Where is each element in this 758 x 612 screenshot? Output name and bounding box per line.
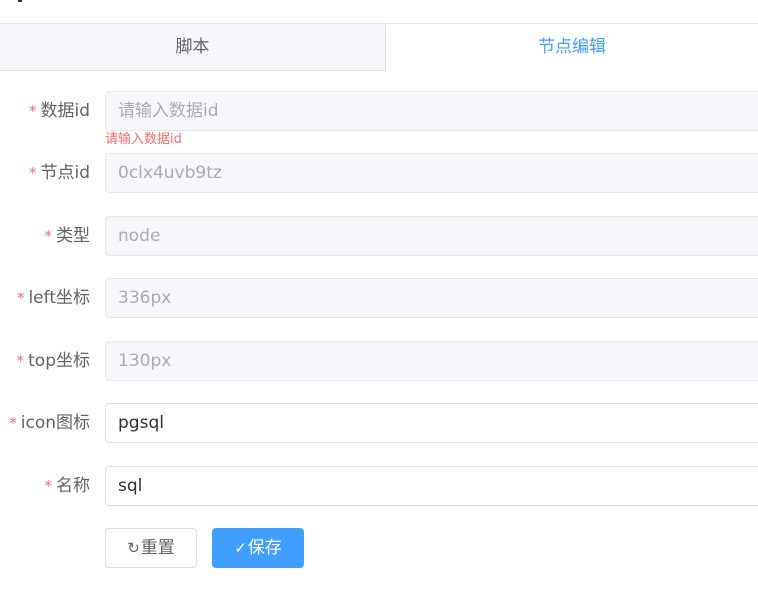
form-row-name: * 名称 [0,466,758,506]
left-input[interactable]: 336px [105,278,758,318]
form-row-data-id: * 数据id 请输入数据id [0,91,758,147]
required-mark: * [16,289,25,307]
top-input[interactable]: 130px [105,341,758,381]
form-row-top: * top坐标 130px [0,341,758,381]
refresh-icon: ↻ [127,539,140,557]
type-label: * 类型 [44,226,91,246]
node-id-label: * 节点id [28,163,90,183]
data-id-input[interactable] [105,91,758,131]
form-row-node-id: * 节点id 0clx4uvb9tz [0,153,758,193]
required-mark: * [28,102,37,120]
form-row-icon: * icon图标 [0,403,758,443]
required-mark: * [44,477,53,495]
required-mark: * [16,352,25,370]
tab-bar: 脚本 节点编辑 [0,24,758,71]
reset-button[interactable]: ↻重置 [105,528,197,568]
name-label: * 名称 [44,476,91,496]
top-strip-mark [18,0,22,2]
icon-input[interactable] [105,403,758,443]
data-id-label: * 数据id [28,101,90,121]
save-button[interactable]: ✓保存 [212,528,304,568]
tab-script[interactable]: 脚本 [0,24,386,71]
form-row-left: * left坐标 336px [0,278,758,318]
left-label: * left坐标 [16,288,90,308]
required-mark: * [44,227,53,245]
required-mark: * [28,164,37,182]
type-input[interactable]: node [105,216,758,256]
form-actions: ↻重置 ✓保存 [0,528,758,568]
top-strip [0,0,758,24]
name-input[interactable] [105,466,758,506]
check-icon: ✓ [234,539,247,557]
tab-node-edit[interactable]: 节点编辑 [386,24,758,71]
icon-label: * icon图标 [9,413,90,433]
form-row-type: * 类型 node [0,216,758,256]
data-id-error-message: 请输入数据id [105,132,182,147]
required-mark: * [9,414,17,432]
node-id-input[interactable]: 0clx4uvb9tz [105,153,758,193]
top-label: * top坐标 [16,351,90,371]
